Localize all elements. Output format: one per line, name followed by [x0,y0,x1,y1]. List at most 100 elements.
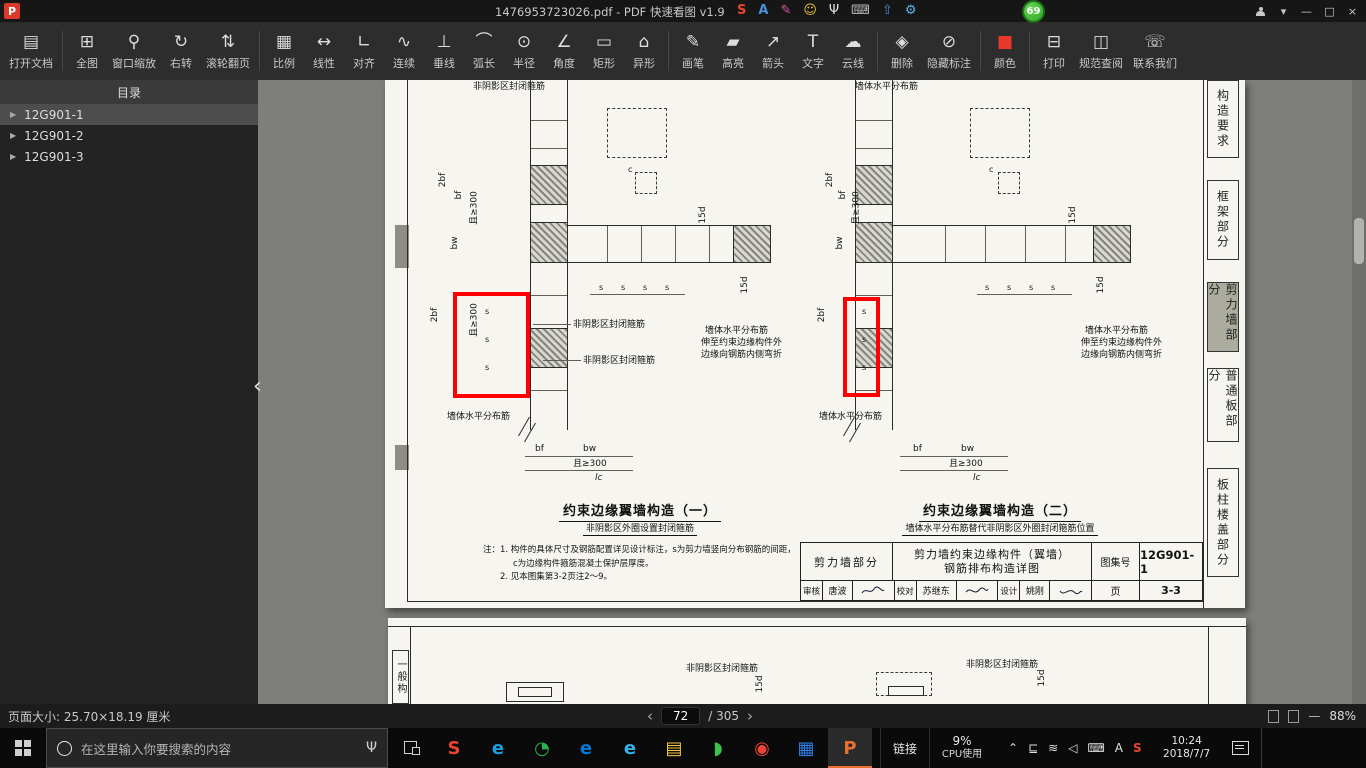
statusbar: 页面大小: 25.70×18.19 厘米 ‹ 72 / 305 › — 88% [0,704,1366,728]
tool-window-zoom[interactable]: ⚲ 窗口缩放 [107,24,161,78]
expand-arrow-icon[interactable]: ▶ [10,152,16,161]
rebar-tick [531,295,567,296]
toc-item-12G901-1[interactable]: ▶ 12G901-1 [0,104,258,125]
tool-radius[interactable]: ⊙ 半径 [504,24,544,78]
taskbar-app-pdf-viewer[interactable]: P [828,728,872,768]
prev-page-button[interactable]: ‹ [647,706,653,726]
taskbar-app-blue[interactable]: ▦ [784,728,828,768]
screen: P 1476953723026.pdf - PDF 快速看图 v1.9 S A … [0,0,1366,768]
zoom-level-text[interactable]: 88% [1329,709,1356,723]
taskbar-search-input[interactable]: 在这里输入你要搜索的内容 Ψ [46,728,388,768]
red-annotation-box[interactable] [453,292,530,398]
volume-icon[interactable]: ◁ [1068,741,1077,755]
zoom-out-button[interactable]: — [1308,709,1320,723]
taskbar-app-chrome[interactable]: ◉ [740,728,784,768]
expand-arrow-icon[interactable]: ▶ [10,131,16,140]
tool-linear-measure[interactable]: ↔ 线性 [304,24,344,78]
ime-mode-icon[interactable]: A [758,3,768,19]
drawing-label: 伸至约束边缘构件外 [1081,338,1163,348]
tool-text[interactable]: T 文字 [793,24,833,78]
wifi-icon[interactable]: ≋ [1048,741,1058,755]
show-desktop-button[interactable] [1260,728,1266,768]
tool-perpendicular[interactable]: ⊥ 垂线 [424,24,464,78]
links-toolbar[interactable]: 链接 [880,728,931,768]
minimize-button[interactable]: — [1295,0,1318,22]
continuous-view-icon[interactable] [1288,709,1300,723]
dim-label: lc [595,473,603,483]
toc-item-12G901-2[interactable]: ▶ 12G901-2 [0,125,258,146]
ime-settings-icon[interactable]: ⚙ [905,3,917,19]
note-line: c为边缘构件箍筋混凝土保护层厚度。 [513,558,654,569]
tool-open-document[interactable]: ▤ 打开文档 [4,24,58,78]
tool-delete[interactable]: ◈ 删除 [882,24,922,78]
tool-fit-page[interactable]: ⊞ 全图 [67,24,107,78]
action-center-icon[interactable] [1231,741,1249,755]
toolbar-separator [877,31,878,71]
taskbar-app-ie[interactable]: e [476,728,520,768]
tool-cloud-line[interactable]: ☁ 云线 [833,24,873,78]
soft-keyboard-icon[interactable]: ⌨ [851,3,870,19]
tool-spec-lookup[interactable]: ◫ 规范查阅 [1074,24,1128,78]
maximize-button[interactable]: □ [1318,0,1341,22]
toolbar: ▤ 打开文档 ⊞ 全图 ⚲ 窗口缩放 ↻ 右转 ⇅ 滚轮翻页 ▦ 比例 ↔ 线性 ∟ 对齐 ∿ 连… [0,22,1366,80]
tool-rectangle[interactable]: ▭ 矩形 [584,24,624,78]
sogou-ime-icon[interactable]: S [737,3,746,19]
tool-pen[interactable]: ✎ 画笔 [673,24,713,78]
tool-print[interactable]: ⊟ 打印 [1034,24,1074,78]
ime-mode-icon[interactable]: A [1115,741,1123,755]
dim-label: 15d [698,206,708,224]
sheet-tab-shear-wall: 剪力墙部分 [1207,282,1239,352]
taskbar-app-sogou-browser[interactable]: S [432,728,476,768]
tool-arc-length[interactable]: ⌒ 弧长 [464,24,504,78]
tool-arrow[interactable]: ↗ 箭头 [753,24,793,78]
booster-ball-badge[interactable]: 69 [1022,0,1045,23]
taskbar-app-ie2[interactable]: e [608,728,652,768]
cpu-label: CPU使用 [941,749,983,760]
tool-angle[interactable]: ∠ 角度 [544,24,584,78]
emoji-icon[interactable]: ☺ [803,3,817,19]
taskbar-app-edge[interactable]: e [564,728,608,768]
start-button[interactable] [0,728,46,768]
tool-hide-annotations[interactable]: ⊘ 隐藏标注 [922,24,976,78]
ime-skin-icon[interactable]: ⇧ [882,3,893,19]
taskbar-app-360-browser[interactable]: ◔ [520,728,564,768]
hatch-block [733,225,771,263]
single-page-view-icon[interactable] [1268,709,1280,723]
dim-label: 15d [1068,206,1078,224]
tool-contact-us[interactable]: ☏ 联系我们 [1128,24,1182,78]
voice-input-icon[interactable]: Ψ [829,3,839,19]
tool-align-measure[interactable]: ∟ 对齐 [344,24,384,78]
red-annotation-box[interactable] [843,297,880,397]
taskbar-app-file-explorer[interactable]: ▤ [652,728,696,768]
handwriting-icon[interactable]: ✎ [780,3,791,19]
touch-keyboard-icon[interactable]: ⌨ [1087,741,1104,755]
pdf-viewer-canvas[interactable]: 非阴影区封闭箍筋 2bf bf 且≥300 bw 2bf 且≥300 s s s… [258,80,1366,704]
drawing-label: 边缘向钢筋内侧弯折 [701,350,783,360]
close-button[interactable]: × [1341,0,1364,22]
next-page-button[interactable]: › [747,706,753,726]
toc-item-12G901-3[interactable]: ▶ 12G901-3 [0,146,258,167]
taskbar-clock[interactable]: 10:24 2018/7/7 [1154,735,1220,761]
sogou-tray-icon[interactable]: S [1133,741,1142,755]
dim-label: 15d [1096,276,1106,294]
tool-rotate-right[interactable]: ↻ 右转 [161,24,201,78]
search-mic-icon[interactable]: Ψ [366,740,377,756]
tool-scale[interactable]: ▦ 比例 [264,24,304,78]
page-number-input[interactable]: 72 [660,707,701,725]
ethernet-icon[interactable]: ⊑ [1028,741,1038,755]
cpu-usage-widget[interactable]: 9% CPU使用 [930,728,994,768]
scrollbar-thumb[interactable] [1354,218,1364,264]
tool-color[interactable]: ■ 颜色 [985,24,1025,78]
user-account-icon[interactable] [1249,0,1272,22]
menu-chevron-icon[interactable]: ▾ [1272,0,1295,22]
tool-scroll-page[interactable]: ⇅ 滚轮翻页 [201,24,255,78]
sidebar-collapse-arrow[interactable]: ‹ [253,376,262,398]
tool-polygon[interactable]: ⌂ 异形 [624,24,664,78]
taskbar-app-green[interactable]: ◗ [696,728,740,768]
expand-arrow-icon[interactable]: ▶ [10,110,16,119]
task-view-button[interactable] [388,728,432,768]
tool-continuous-measure[interactable]: ∿ 连续 [384,24,424,78]
tool-highlight[interactable]: ▰ 高亮 [713,24,753,78]
vertical-scrollbar[interactable] [1352,80,1366,704]
chevron-up-icon[interactable]: ⌃ [1008,741,1018,755]
